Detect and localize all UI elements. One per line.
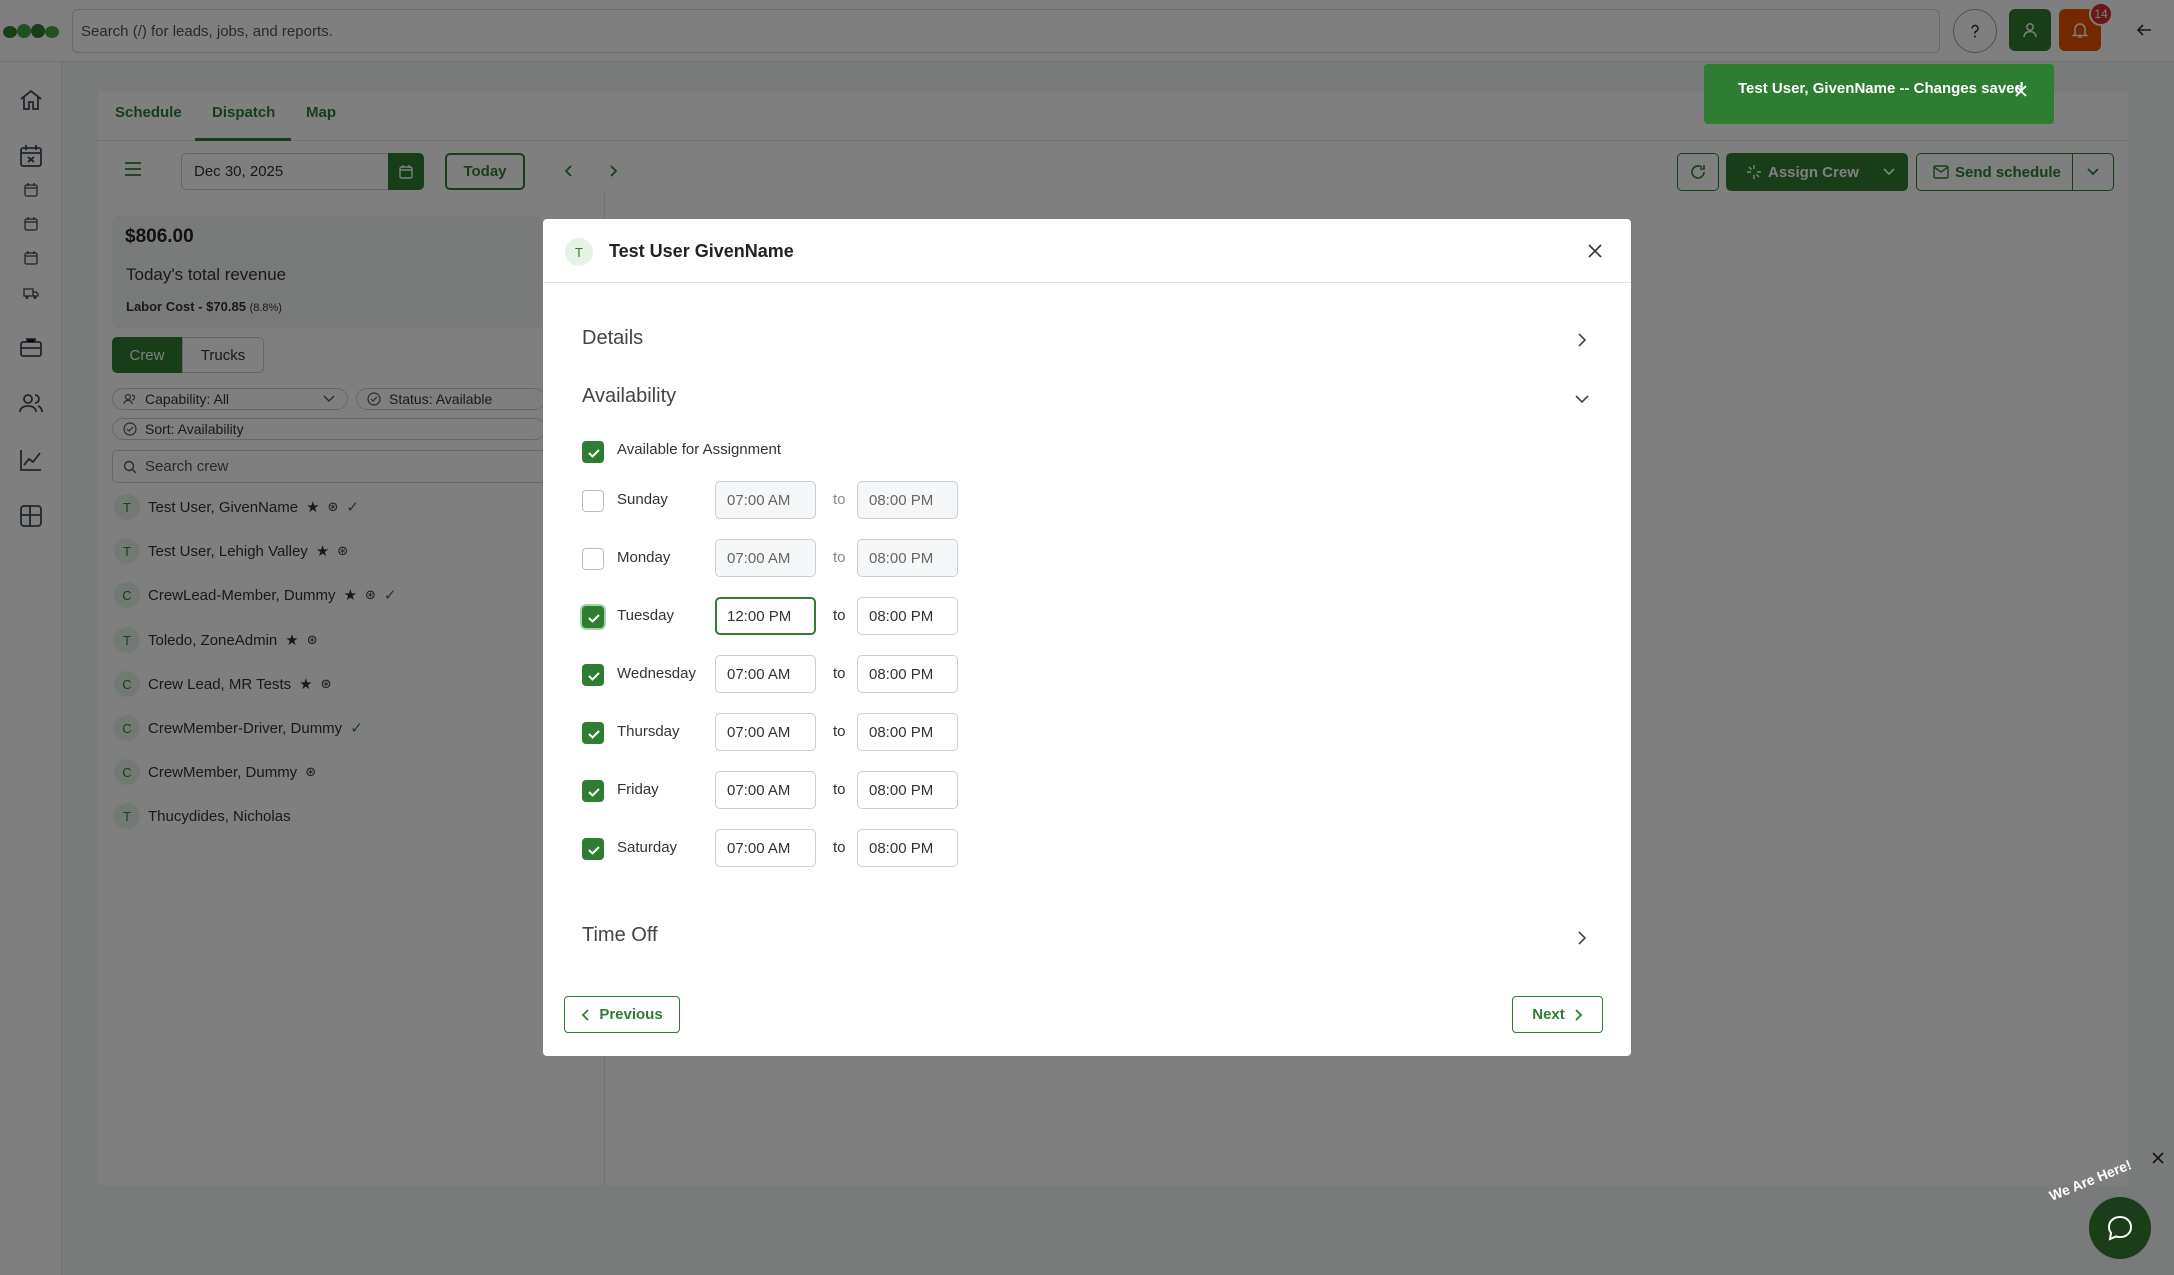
start-time-input[interactable]: 07:00 AM (715, 829, 816, 867)
day-row-monday: Monday 07:00 AM to 08:00 PM (582, 539, 982, 577)
day-checkbox[interactable] (582, 490, 604, 512)
day-label: Sunday (617, 491, 668, 508)
next-label: Next (1532, 1006, 1565, 1023)
day-label: Saturday (617, 839, 678, 856)
toast-close-button[interactable] (2014, 84, 2028, 98)
day-label: Monday (617, 549, 671, 566)
start-time-input[interactable]: 12:00 PM (715, 597, 816, 635)
end-time-input[interactable]: 08:00 PM (857, 829, 958, 867)
success-toast: Test User, GivenName -- Changes saved (1704, 64, 2054, 124)
day-checkbox[interactable] (582, 664, 604, 686)
start-time-input[interactable]: 07:00 AM (715, 713, 816, 751)
crew-member-modal: T Test User GivenName Details Availabili… (543, 219, 1631, 1056)
availability-section-header[interactable]: Availability (582, 385, 676, 408)
end-time-input[interactable]: 08:00 PM (857, 655, 958, 693)
day-row-wednesday: Wednesday 07:00 AM to 08:00 PM (582, 655, 982, 693)
day-checkbox[interactable] (582, 780, 604, 802)
day-row-friday: Friday 07:00 AM to 08:00 PM (582, 771, 982, 809)
to-label: to (833, 607, 846, 624)
chat-launcher-button[interactable] (2089, 1197, 2151, 1259)
check-icon (588, 730, 600, 739)
chevron-right-icon[interactable] (1574, 332, 1590, 348)
day-label: Friday (617, 781, 659, 798)
close-icon (2015, 85, 2027, 97)
day-checkbox[interactable] (582, 722, 604, 744)
chevron-left-icon (582, 1008, 589, 1021)
time-off-section-header[interactable]: Time Off (582, 924, 658, 947)
close-icon (1588, 244, 1602, 258)
end-time-input[interactable]: 08:00 PM (857, 539, 958, 577)
start-time-input[interactable]: 07:00 AM (715, 481, 816, 519)
chat-icon (2107, 1215, 2133, 1241)
start-time-input[interactable]: 07:00 AM (715, 539, 816, 577)
toast-message: Test User, GivenName -- Changes saved (1738, 80, 2024, 97)
to-label: to (833, 549, 846, 566)
day-checkbox[interactable] (582, 606, 604, 628)
day-row-saturday: Saturday 07:00 AM to 08:00 PM (582, 829, 982, 867)
check-icon (588, 614, 600, 623)
chevron-right-icon (1575, 1008, 1583, 1021)
chevron-down-icon[interactable] (1574, 391, 1590, 407)
next-button[interactable]: Next (1512, 996, 1603, 1033)
modal-header: T Test User GivenName (543, 219, 1631, 283)
to-label: to (833, 723, 846, 740)
end-time-input[interactable]: 08:00 PM (857, 597, 958, 635)
to-label: to (833, 491, 846, 508)
end-time-input[interactable]: 08:00 PM (857, 771, 958, 809)
previous-label: Previous (599, 1006, 663, 1023)
day-checkbox[interactable] (582, 548, 604, 570)
available-for-assignment-row: Available for Assignment (582, 432, 982, 470)
chat-close-button[interactable] (2152, 1152, 2166, 1166)
modal-close-button[interactable] (1587, 243, 1605, 261)
to-label: to (833, 839, 846, 856)
details-section-header[interactable]: Details (582, 327, 643, 350)
day-checkbox[interactable] (582, 838, 604, 860)
previous-button[interactable]: Previous (564, 996, 680, 1033)
check-icon (588, 449, 600, 458)
modal-title: Test User GivenName (609, 241, 794, 261)
day-row-sunday: Sunday 07:00 AM to 08:00 PM (582, 481, 982, 519)
end-time-input[interactable]: 08:00 PM (857, 713, 958, 751)
day-row-thursday: Thursday 07:00 AM to 08:00 PM (582, 713, 982, 751)
start-time-input[interactable]: 07:00 AM (715, 771, 816, 809)
to-label: to (833, 665, 846, 682)
check-icon (588, 846, 600, 855)
check-icon (588, 788, 600, 797)
to-label: to (833, 781, 846, 798)
close-icon (2152, 1152, 2164, 1164)
start-time-input[interactable]: 07:00 AM (715, 655, 816, 693)
end-time-input[interactable]: 08:00 PM (857, 481, 958, 519)
day-row-tuesday: Tuesday 12:00 PM to 08:00 PM (582, 597, 982, 635)
available-checkbox[interactable] (582, 441, 604, 463)
day-label: Thursday (617, 723, 680, 740)
chevron-right-icon[interactable] (1574, 930, 1590, 946)
available-label: Available for Assignment (617, 441, 781, 458)
day-label: Wednesday (617, 665, 696, 682)
avatar: T (565, 238, 593, 266)
day-label: Tuesday (617, 607, 674, 624)
check-icon (588, 672, 600, 681)
